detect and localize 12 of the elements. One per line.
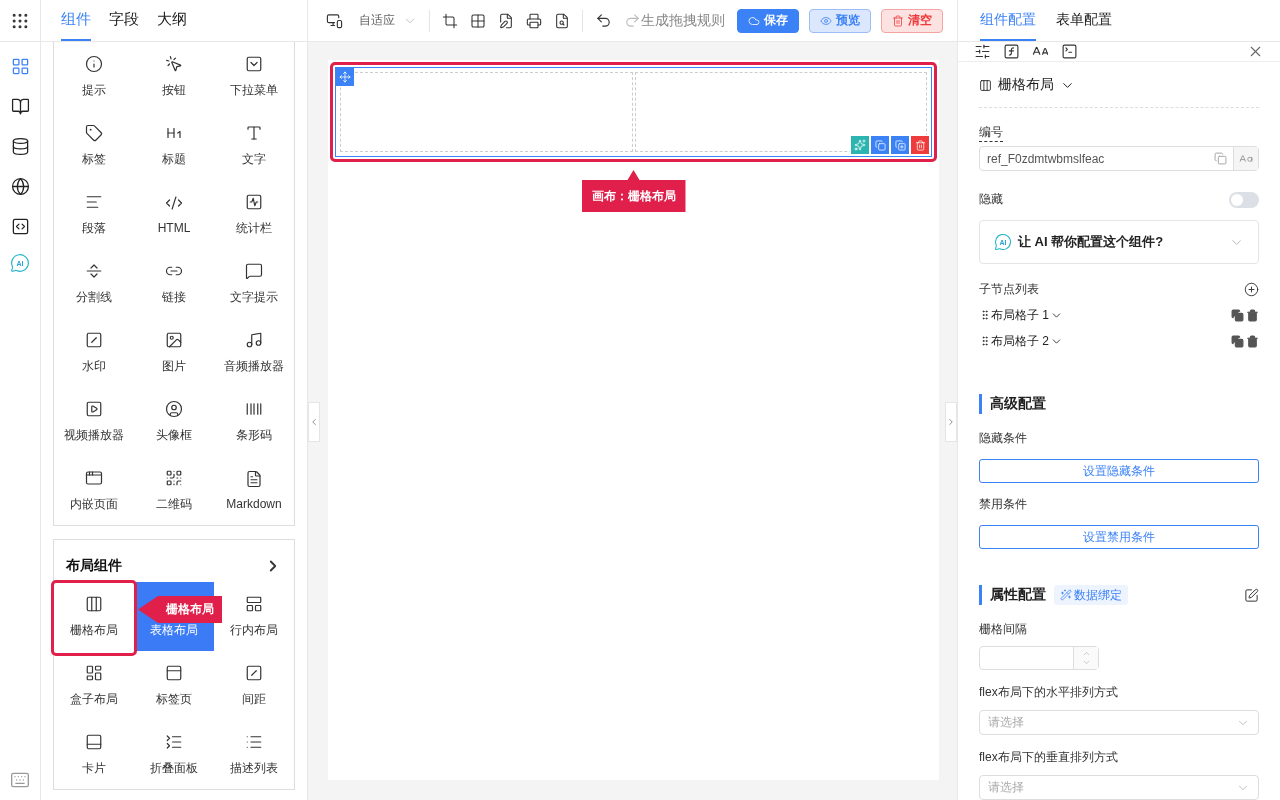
field-label: 栅格间隔 xyxy=(979,621,1028,638)
field-label: 禁用条件 xyxy=(979,496,1028,513)
field-label: 子节点列表 xyxy=(979,281,1039,298)
field-label: 隐藏 xyxy=(979,191,1003,208)
field-label: flex布局下的垂直排列方式 xyxy=(979,749,1119,766)
callout-label: 画布：栅格布局 xyxy=(581,170,686,212)
group-title: 布局组件 xyxy=(66,557,122,575)
field-label: 编号 xyxy=(979,124,1003,142)
section-title: 属性配置 xyxy=(990,586,1046,604)
field-label: 隐藏条件 xyxy=(979,430,1028,447)
section-title: 高级配置 xyxy=(990,395,1046,413)
field-label: flex布局下的水平排列方式 xyxy=(979,684,1119,701)
